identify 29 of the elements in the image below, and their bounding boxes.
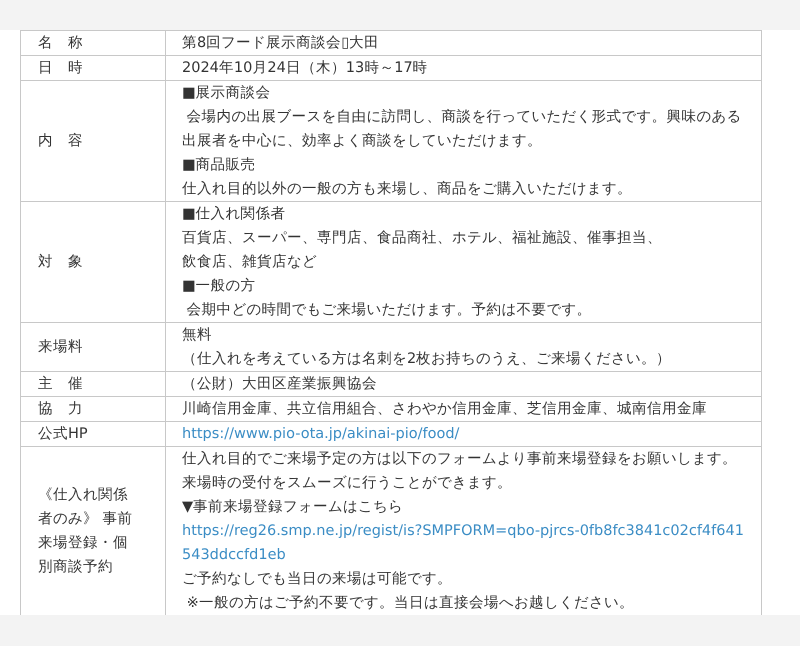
row-label: 主 催: [38, 374, 83, 394]
cell-text: 無料: [182, 326, 213, 345]
cell-text: ■展示商談会: [182, 84, 272, 103]
row-label: 対 象: [38, 252, 83, 272]
row-label: 名 称: [38, 34, 83, 53]
cell-text: 川崎信用金庫、共立信用組合、さわやか信用金庫、芝信用金庫、城南信用金庫: [182, 400, 708, 419]
cell-text: （公財）大田区産業振興協会: [182, 374, 378, 394]
cell-text: 会場内の出展ブースを自由に訪問し、商談を行っていただく形式です。興味のある出展者を中心に、効率よく商談をしていただけます。: [182, 108, 743, 151]
cell-text: 百貨店、スーパー、専門店、食品商社、ホテル、福祉施設、催事担当、: [182, 228, 663, 248]
cell-text: ■一般の方: [182, 276, 257, 296]
cell-text: ご予約なしでも当日の来場は可能です。: [182, 570, 453, 589]
row-label: 日 時: [38, 59, 83, 78]
cell-text: ■商品販売: [182, 156, 257, 175]
cell-text: 仕入れ目的以外の一般の方も来場し、商品をご購入いただけます。: [182, 180, 633, 199]
cell-text: ■仕入れ関係者: [182, 205, 287, 224]
cell-text: ▼事前来場登録フォームはこちら: [182, 498, 404, 517]
cell-text: 会期中どの時間でもご来場いただけます。予約は不要です。: [186, 301, 593, 320]
cell-text: 飲食店、雑貨店など: [182, 252, 318, 272]
row-label: 協 力: [38, 400, 83, 419]
cell-text: 仕入れ目的でご来場予定の方は以下のフォームより事前来場登録をお願いします。来場時の受付をスムーズに行うことができます。: [182, 450, 738, 493]
cell-text: （仕入れを考えている方は名刺を2枚お持ちのうえ、ご来場ください。）: [182, 350, 672, 369]
url-link[interactable]: https://reg26.smp.ne.jp/regist/is?SMPFORM=qbo-pjrcs-0fb8fc3841c02cf4f641543ddccfd1eb: [182, 519, 747, 567]
row-label: 来場料: [38, 338, 83, 357]
row-label: 《仕入れ関係者のみ》 事前来場登録・個別商談予約: [38, 486, 134, 577]
cell-text: 第8回フード展示商談会▯大田: [182, 34, 380, 53]
cell-text: 2024年10月24日（木）13時～17時: [182, 59, 429, 78]
row-label: 公式HP: [38, 425, 88, 444]
row-label: 内 容: [38, 132, 83, 151]
cell-text: ※一般の方はご予約不要です。当日は直接会場へお越しください。: [186, 594, 635, 613]
